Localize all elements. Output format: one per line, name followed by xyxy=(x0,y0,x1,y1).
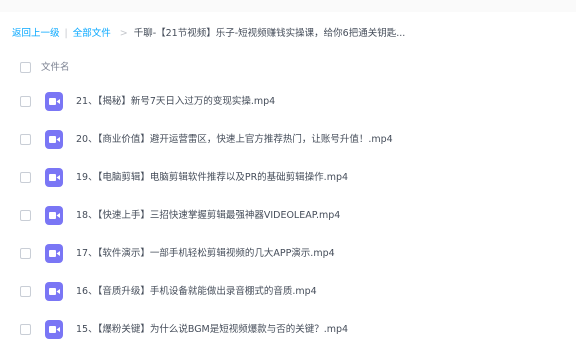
video-file-icon xyxy=(45,206,63,225)
video-file-icon xyxy=(45,130,63,149)
back-link[interactable]: 返回上一级 xyxy=(12,26,60,42)
file-name[interactable]: 17、【软件演示】一部手机轻松剪辑视频的几大APP演示.mp4 xyxy=(76,246,335,262)
all-files-link[interactable]: 全部文件 xyxy=(73,26,111,42)
file-name[interactable]: 21、【揭秘】新号7天日入过万的变现实操.mp4 xyxy=(76,94,275,110)
video-file-icon xyxy=(45,282,63,301)
video-file-icon xyxy=(45,168,63,187)
current-folder: 千聊-【21节视频】乐子-短视频赚钱实操课，给你6把通关钥匙... xyxy=(133,28,406,39)
file-checkbox[interactable] xyxy=(20,324,31,335)
breadcrumb: 返回上一级 | 全部文件 > 千聊-【21节视频】乐子-短视频赚钱实操课，给你6… xyxy=(12,26,405,42)
file-checkbox[interactable] xyxy=(20,286,31,297)
file-browser: 返回上一级 | 全部文件 > 千聊-【21节视频】乐子-短视频赚钱实操课，给你6… xyxy=(0,0,576,356)
file-name[interactable]: 15、【爆粉关键】为什么说BGM是短视频爆款与否的关键？.mp4 xyxy=(76,322,348,338)
file-row[interactable]: 19、【电脑剪辑】电脑剪辑软件推荐以及PR的基础剪辑操作.mp4 xyxy=(0,159,576,197)
file-row[interactable]: 17、【软件演示】一部手机轻松剪辑视频的几大APP演示.mp4 xyxy=(0,235,576,273)
file-name[interactable]: 18、【快速上手】三招快速掌握剪辑最强神器VIDEOLEAP.mp4 xyxy=(76,208,340,224)
file-checkbox[interactable] xyxy=(20,210,31,221)
file-checkbox[interactable] xyxy=(20,172,31,183)
file-checkbox[interactable] xyxy=(20,96,31,107)
breadcrumb-arrow: > xyxy=(119,28,128,39)
file-checkbox[interactable] xyxy=(20,134,31,145)
file-row[interactable]: 18、【快速上手】三招快速掌握剪辑最强神器VIDEOLEAP.mp4 xyxy=(0,197,576,235)
file-name[interactable]: 20、【商业价值】避开运营雷区，快速上官方推荐热门，让账号升值！.mp4 xyxy=(76,132,393,148)
file-checkbox[interactable] xyxy=(20,248,31,259)
file-row[interactable]: 15、【爆粉关键】为什么说BGM是短视频爆款与否的关键？.mp4 xyxy=(0,311,576,349)
column-header-filename[interactable]: 文件名 xyxy=(41,60,70,76)
video-file-icon xyxy=(45,320,63,339)
file-row[interactable]: 21、【揭秘】新号7天日入过万的变现实操.mp4 xyxy=(0,83,576,121)
file-name[interactable]: 16、【音质升级】手机设备就能做出录音棚式的音质.mp4 xyxy=(76,284,317,300)
file-row[interactable]: 20、【商业价值】避开运营雷区，快速上官方推荐热门，让账号升值！.mp4 xyxy=(0,121,576,159)
top-bar xyxy=(0,0,576,12)
video-file-icon xyxy=(45,92,63,111)
list-header: 文件名 xyxy=(0,56,576,80)
video-file-icon xyxy=(45,244,63,263)
breadcrumb-separator: | xyxy=(64,28,68,39)
file-name[interactable]: 19、【电脑剪辑】电脑剪辑软件推荐以及PR的基础剪辑操作.mp4 xyxy=(76,170,348,186)
file-row[interactable]: 16、【音质升级】手机设备就能做出录音棚式的音质.mp4 xyxy=(0,273,576,311)
select-all-checkbox[interactable] xyxy=(20,62,31,73)
